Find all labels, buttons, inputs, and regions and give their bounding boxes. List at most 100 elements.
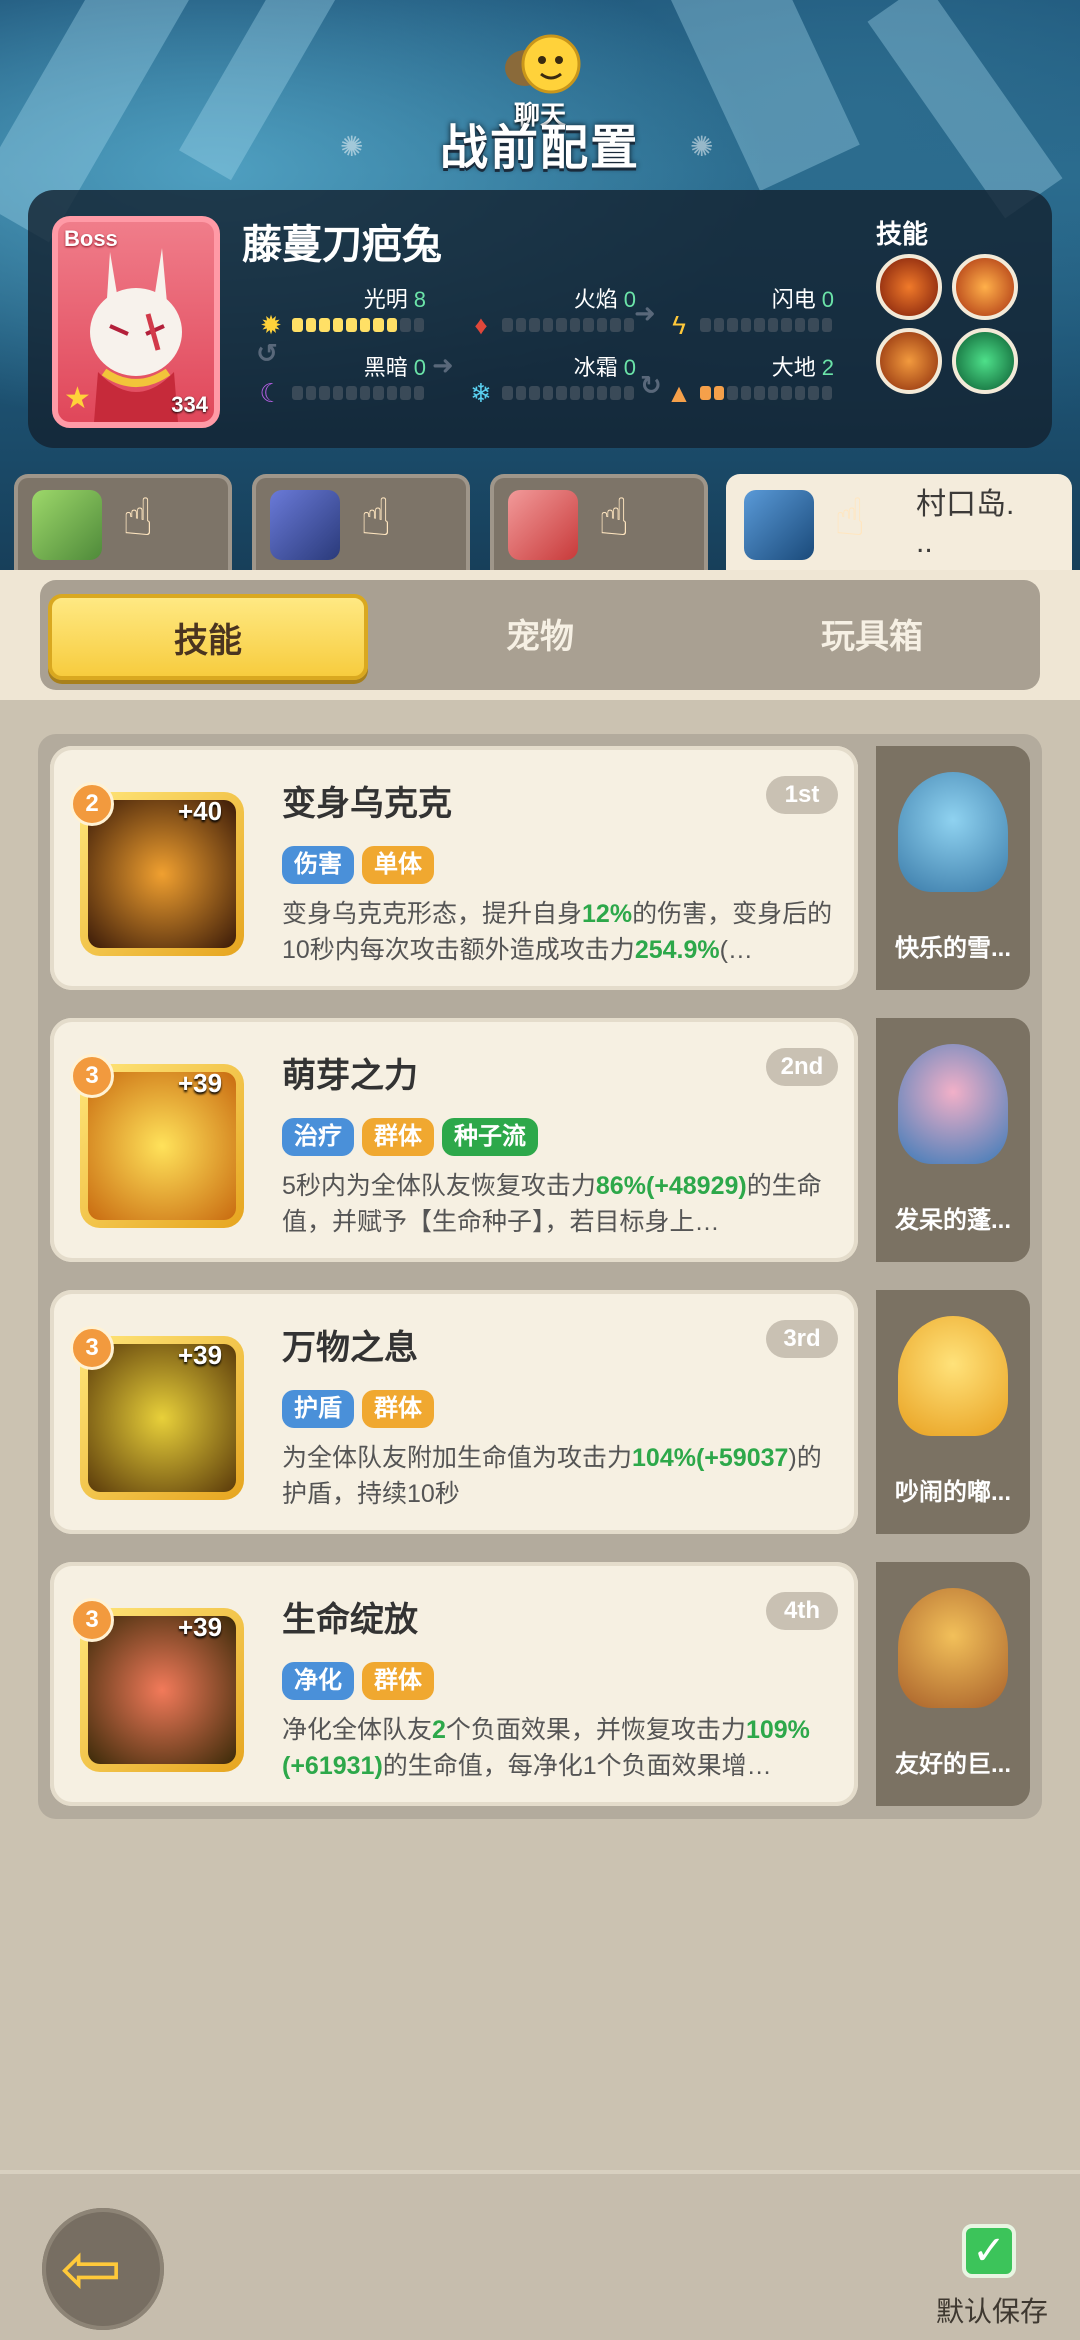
stat-bar-segment xyxy=(556,318,567,332)
stat-frost-label: 冰霜 xyxy=(573,355,618,380)
stat-fire-label: 火焰 xyxy=(573,287,618,312)
chat-icon[interactable] xyxy=(495,30,585,100)
segment-control: 技能 宠物 玩具箱 xyxy=(40,580,1040,690)
stat-lightning-bar xyxy=(700,318,832,332)
cycle-arrow-icon: ➜ xyxy=(634,298,656,328)
stat-bar-segment xyxy=(713,318,724,332)
character-avatar xyxy=(270,490,340,560)
stat-bar-segment xyxy=(569,386,580,400)
stat-bar-segment xyxy=(319,318,330,332)
fire-icon: ♦ xyxy=(474,310,488,340)
stat-bar-segment xyxy=(713,386,724,400)
skill-list: 2 +40 变身乌克克 1st 伤害 单体 变身乌克克形态，提升自身12%的伤害… xyxy=(38,734,1042,1819)
skill-card-1[interactable]: 2 +40 变身乌克克 1st 伤害 单体 变身乌克克形态，提升自身12%的伤害… xyxy=(50,746,858,990)
stat-dark: 黑暗 0 ☾ xyxy=(256,350,426,410)
skill-description: 变身乌克克形态，提升自身12%的伤害，变身后的10秒内每次攻击额外造成攻击力25… xyxy=(282,900,833,964)
bottom-bar: ⇦ ✓ 默认保存 xyxy=(0,2170,1080,2340)
stat-bar-segment xyxy=(623,386,634,400)
stat-bar-segment xyxy=(332,386,343,400)
battle-scene-header: 聊天 ✺ ✺ 战前配置 Boss ★ 334 藤蔓刀疤兔 光明 8 ✹ 火焰 0… xyxy=(0,0,1080,570)
pet-slot-3[interactable]: 吵闹的嘟... xyxy=(876,1290,1030,1534)
skill-tag: 净化 xyxy=(282,1662,354,1700)
skill-tag: 群体 xyxy=(362,1390,434,1428)
stat-fire: 火焰 0 ♦ xyxy=(466,282,636,342)
skill-title: 万物之息 xyxy=(282,1329,418,1367)
character-tab-4-label: 村口岛. .. xyxy=(916,488,1015,559)
stat-bar-segment xyxy=(727,386,738,400)
stat-bar-segment xyxy=(359,386,370,400)
star-icon: ★ xyxy=(64,382,91,415)
stat-bar-segment xyxy=(373,318,384,332)
stat-bar-segment xyxy=(529,386,540,400)
cycle-arrow-icon: ➜ xyxy=(432,350,454,380)
stat-bar-segment xyxy=(754,318,765,332)
stat-earth-label: 大地 xyxy=(771,355,816,380)
stat-dark-value: 0 xyxy=(413,355,426,380)
boss-skill-triple-claw-icon[interactable] xyxy=(876,328,942,394)
sun-icon: ✹ xyxy=(260,310,282,340)
stat-bar-segment xyxy=(413,318,424,332)
pet-name: 发呆的蓬... xyxy=(894,1207,1011,1234)
pet-name: 快乐的雪... xyxy=(894,935,1011,962)
tab-skills[interactable]: 技能 xyxy=(48,594,368,680)
skill-card-2[interactable]: 3 +39 萌芽之力 2nd 治疗 群体 种子流 5秒内为全体队友恢复攻击力86… xyxy=(50,1018,858,1262)
default-save-label[interactable]: 默认保存 xyxy=(936,2290,1048,2330)
skill-tag: 治疗 xyxy=(282,1118,354,1156)
config-main: 技能 宠物 玩具箱 2 +40 变身乌克克 1st 伤害 单体 变身乌克克形态，… xyxy=(0,570,1080,2170)
skill-card-3[interactable]: 3 +39 万物之息 3rd 护盾 群体 为全体队友附加生命值为攻击力104%(… xyxy=(50,1290,858,1534)
stat-bar-segment xyxy=(700,386,711,400)
skill-level-badge: 3 xyxy=(70,1054,114,1098)
boss-portrait[interactable]: Boss ★ 334 xyxy=(52,216,220,428)
skill-card-4[interactable]: 3 +39 生命绽放 4th 净化 群体 净化全体队友2个负面效果，并恢复攻击力… xyxy=(50,1562,858,1806)
boss-skill-fire-slash-icon[interactable] xyxy=(952,254,1018,320)
stat-bar-segment xyxy=(821,318,832,332)
stat-bar-segment xyxy=(623,318,634,332)
lightning-icon: ϟ xyxy=(672,310,686,340)
pet-slot-2[interactable]: 发呆的蓬... xyxy=(876,1018,1030,1262)
stat-bar-segment xyxy=(413,386,424,400)
character-tab-2[interactable]: ☝ xyxy=(252,474,470,570)
character-tab-1[interactable]: ☝ xyxy=(14,474,232,570)
pet-figure-icon xyxy=(898,1044,1008,1164)
snowflake-icon: ❄ xyxy=(470,378,492,408)
character-tab-3[interactable]: ☝ xyxy=(490,474,708,570)
boss-skill-claw-icon[interactable] xyxy=(876,254,942,320)
page-title: 战前配置 xyxy=(439,122,640,175)
stat-bar-segment xyxy=(610,318,621,332)
boss-info-panel: Boss ★ 334 藤蔓刀疤兔 光明 8 ✹ 火焰 0 ♦ 闪电 0 ϟ 黑暗 0 ☾… xyxy=(28,190,1052,448)
character-avatar xyxy=(744,490,814,560)
stat-frost-bar xyxy=(502,386,634,400)
segment-bar: 技能 宠物 玩具箱 xyxy=(0,570,1080,700)
stat-light-label: 光明 xyxy=(363,287,408,312)
tab-pets[interactable]: 宠物 xyxy=(380,594,700,680)
skill-plus: +39 xyxy=(178,1612,223,1642)
stat-bar-segment xyxy=(332,318,343,332)
pet-figure-icon xyxy=(898,1316,1008,1436)
stat-bar-segment xyxy=(346,386,357,400)
stat-bar-segment xyxy=(502,318,513,332)
stat-bar-segment xyxy=(386,318,397,332)
stat-light-value: 8 xyxy=(413,287,426,312)
stat-bar-segment xyxy=(346,318,357,332)
boss-skill-vine-icon[interactable] xyxy=(952,328,1018,394)
stat-bar-segment xyxy=(794,318,805,332)
stat-bar-segment xyxy=(319,386,330,400)
tab-toybox[interactable]: 玩具箱 xyxy=(712,594,1032,680)
stat-bar-segment xyxy=(767,318,778,332)
pet-slot-1[interactable]: 快乐的雪... xyxy=(876,746,1030,990)
stat-lightning-value: 0 xyxy=(821,287,834,312)
stat-bar-segment xyxy=(754,386,765,400)
checkbox-checked-icon[interactable]: ✓ xyxy=(962,2224,1016,2278)
stat-bar-segment xyxy=(569,318,580,332)
back-button[interactable]: ⇦ xyxy=(42,2208,164,2330)
stat-earth-bar xyxy=(700,386,832,400)
skill-plus: +40 xyxy=(178,796,223,826)
pet-slot-4[interactable]: 友好的巨... xyxy=(876,1562,1030,1806)
skill-tag: 种子流 xyxy=(442,1118,538,1156)
character-tab-4[interactable]: ☝ 村口岛. .. xyxy=(726,474,1072,570)
stat-light-bar xyxy=(292,318,424,332)
hand-pointer-icon: ☝ xyxy=(122,489,154,547)
stat-light: 光明 8 ✹ xyxy=(256,282,426,342)
skill-plus: +39 xyxy=(178,1340,223,1370)
stat-bar-segment xyxy=(515,386,526,400)
